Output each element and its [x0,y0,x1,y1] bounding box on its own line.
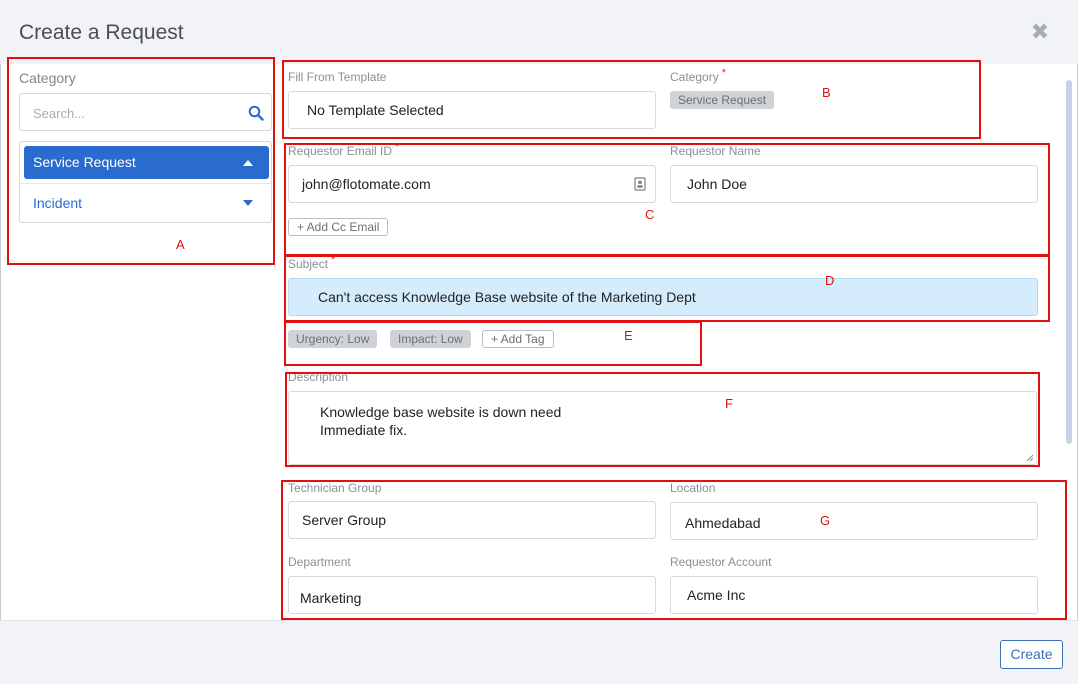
annotation-label-c: C [645,207,655,222]
annotation-box-f [285,372,1040,467]
annotation-box-d [284,255,1050,322]
annotation-box-a [7,57,275,265]
annotation-box-b [282,60,981,139]
dialog-title: Create a Request [19,21,184,44]
close-icon[interactable]: ✖ [1030,21,1050,43]
annotation-label-e: E [624,328,633,343]
annotation-label-d: D [825,273,835,288]
annotation-box-c [284,143,1050,256]
annotation-label-f: F [725,396,733,411]
create-button[interactable]: Create [1000,640,1063,669]
annotation-label-g: G [820,513,831,528]
annotation-label-b: B [822,85,831,100]
annotation-box-g [281,480,1067,620]
annotation-box-e [284,321,702,366]
form-scrollbar-thumb[interactable] [1066,80,1072,444]
annotation-label-a: A [176,237,185,252]
dialog-footer [0,620,1078,684]
